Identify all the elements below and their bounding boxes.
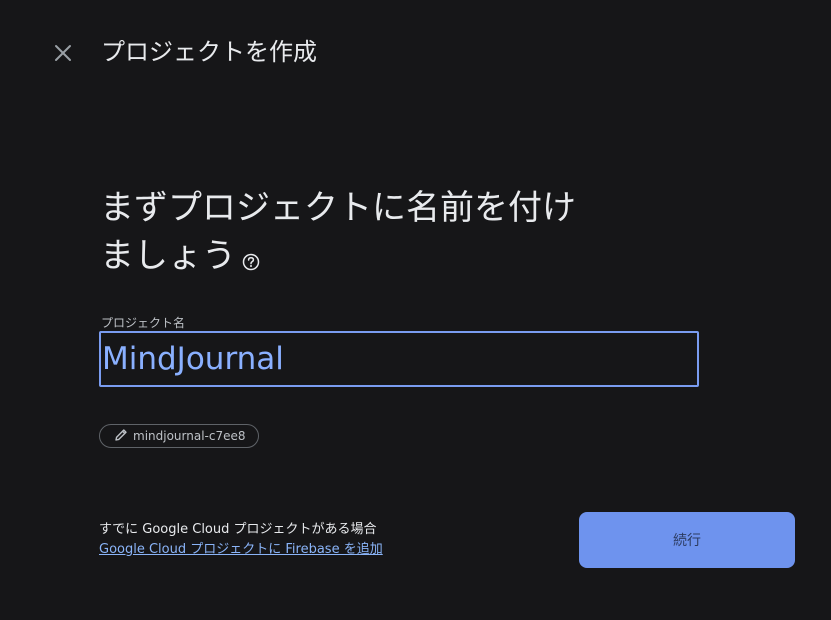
project-id-text: mindjournal-c7ee8	[133, 429, 246, 443]
page-title: プロジェクトを作成	[101, 38, 317, 66]
project-name-label: プロジェクト名	[101, 316, 186, 330]
close-button[interactable]	[48, 38, 78, 68]
continue-button[interactable]: 続行	[579, 512, 795, 568]
help-circle-icon[interactable]	[242, 236, 260, 271]
main-heading: まずプロジェクトに名前を付けましょう	[100, 184, 590, 280]
close-icon	[54, 44, 72, 62]
heading-text: まずプロジェクトに名前を付けましょう	[100, 188, 576, 276]
pencil-icon	[114, 427, 128, 446]
project-name-input[interactable]	[99, 331, 699, 387]
add-firebase-to-gcp-link[interactable]: Google Cloud プロジェクトに Firebase を追加	[99, 540, 383, 560]
existing-gcp-text: すでに Google Cloud プロジェクトがある場合	[99, 522, 377, 537]
project-id-chip[interactable]: mindjournal-c7ee8	[99, 424, 259, 448]
